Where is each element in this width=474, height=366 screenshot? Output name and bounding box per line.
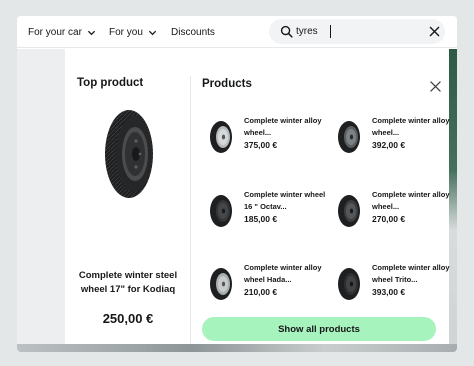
tyre-thumbnail bbox=[338, 121, 360, 153]
chevron-down-icon bbox=[148, 30, 157, 35]
top-product-card[interactable]: Complete winter steel wheel 17" for Kodi… bbox=[65, 99, 190, 339]
show-all-products-button[interactable]: Show all products bbox=[202, 317, 436, 341]
text-cursor bbox=[330, 25, 331, 38]
tyre-thumbnail bbox=[210, 121, 232, 153]
top-product-price: 250,00 € bbox=[102, 311, 154, 326]
tyre-image bbox=[105, 110, 153, 198]
close-icon[interactable] bbox=[430, 81, 441, 92]
search-box[interactable] bbox=[269, 19, 445, 44]
product-title: Complete winter alloy wheel... bbox=[244, 116, 322, 137]
divider bbox=[190, 76, 191, 344]
product-price: 270,00 € bbox=[372, 214, 406, 224]
background-page-bottom bbox=[17, 344, 457, 352]
background-page-left bbox=[17, 49, 65, 352]
chevron-down-icon bbox=[87, 30, 96, 35]
product-item[interactable]: Complete winter alloy wheel Hada... 210,… bbox=[209, 262, 329, 310]
tyre-thumbnail bbox=[210, 268, 232, 300]
product-title: Complete winter alloy wheel... bbox=[372, 116, 450, 137]
product-price: 210,00 € bbox=[244, 287, 278, 297]
close-icon[interactable] bbox=[429, 26, 440, 37]
page: For your car For you Discounts Top produ… bbox=[17, 16, 457, 352]
top-product-heading: Top product bbox=[77, 77, 144, 89]
search-icon[interactable] bbox=[280, 25, 293, 38]
tyre-thumbnail bbox=[338, 268, 360, 300]
nav-label: Discounts bbox=[171, 26, 215, 38]
product-item[interactable]: Complete winter alloy wheel Trito... 393… bbox=[337, 262, 457, 310]
product-title: Complete winter alloy wheel Trito... bbox=[372, 263, 450, 284]
top-product-name: Complete winter steel wheel 17" for Kodi… bbox=[78, 270, 178, 295]
nav-for-you[interactable]: For you bbox=[109, 16, 157, 48]
product-price: 375,00 € bbox=[244, 140, 278, 150]
nav-for-your-car[interactable]: For your car bbox=[28, 16, 96, 48]
product-item[interactable]: Complete winter alloy wheel... 270,00 € bbox=[337, 189, 457, 237]
tyre-thumbnail bbox=[338, 195, 360, 227]
tyre-thumbnail bbox=[210, 195, 232, 227]
product-title: Complete winter alloy wheel Hada... bbox=[244, 263, 322, 284]
product-price: 392,00 € bbox=[372, 140, 406, 150]
search-input[interactable] bbox=[296, 22, 416, 41]
nav-label: For you bbox=[109, 26, 143, 38]
nav-discounts[interactable]: Discounts bbox=[171, 16, 215, 48]
product-title: Complete winter wheel 16 " Octav... bbox=[244, 190, 326, 211]
nav-label: For your car bbox=[28, 26, 82, 38]
product-item[interactable]: Complete winter alloy wheel... 375,00 € bbox=[209, 115, 329, 163]
product-title: Complete winter alloy wheel... bbox=[372, 190, 450, 211]
top-navigation: For your car For you Discounts bbox=[17, 16, 457, 48]
products-heading: Products bbox=[202, 78, 252, 90]
product-item[interactable]: Complete winter alloy wheel... 392,00 € bbox=[337, 115, 457, 163]
product-price: 185,00 € bbox=[244, 214, 278, 224]
search-results-panel: Top product Products Complete winter ste… bbox=[65, 49, 450, 344]
product-item[interactable]: Complete winter wheel 16 " Octav... 185,… bbox=[209, 189, 329, 237]
product-price: 393,00 € bbox=[372, 287, 406, 297]
